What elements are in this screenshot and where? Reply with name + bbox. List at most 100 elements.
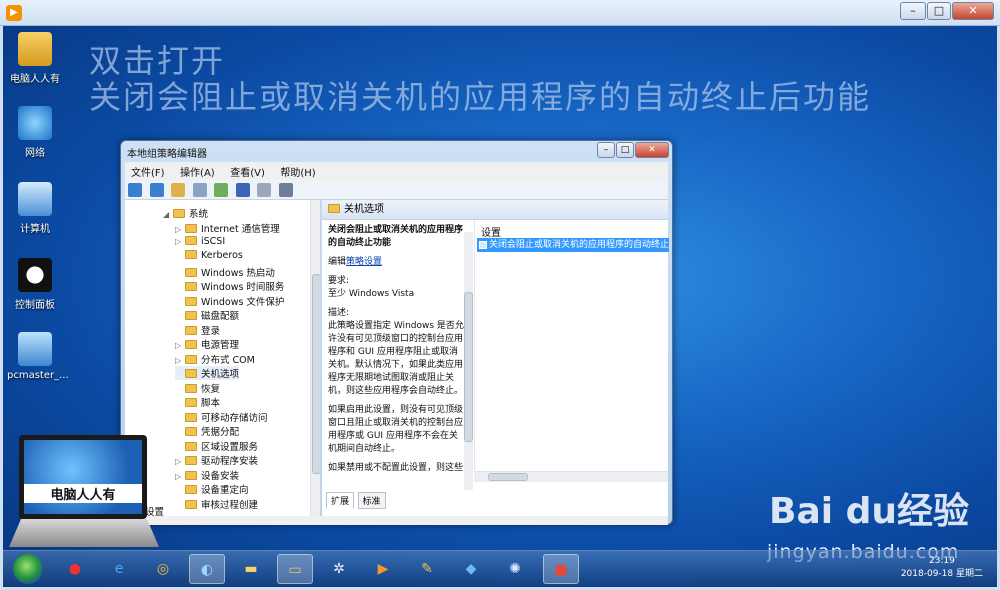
settings-hscroll-thumb[interactable] [488,473,528,481]
tree-node[interactable]: Kerberos [175,250,243,264]
laptop-keyboard [9,519,159,547]
selected-setting-row[interactable]: 关闭会阻止或取消关机的应用程序的自动终止 [477,238,669,252]
tree-node[interactable]: 区域设置服务 [175,439,258,453]
media-player-icon[interactable]: ▶ [365,554,401,584]
tree-node[interactable]: 脚本 [175,395,220,409]
tree-node[interactable]: 关机选项 [175,366,240,380]
taskbar-app-notes-icon[interactable]: ▬ [233,554,269,584]
expand-arrow-icon[interactable]: ▷ [175,225,185,234]
clock-date: 2018-09-18 星期二 [900,569,983,579]
system-clock[interactable]: 23:19 2018-09-18 星期二 [901,555,983,581]
gp-maximize-button[interactable]: □ [616,142,634,158]
tree-node[interactable]: 恢复 [175,381,220,395]
desktop-icon-label: 控制面板 [15,300,55,311]
forward-arrow-icon[interactable] [149,183,164,197]
folder-icon [185,235,197,245]
taskbar-app-cloud-icon[interactable]: ◐ [189,554,225,584]
tree-node-label: 凭据分配 [201,427,240,438]
filter-icon[interactable] [278,183,293,197]
tree-node[interactable]: ▷ iSCSI [175,235,225,250]
tree-node[interactable]: ▷ 分布式 COM [175,352,255,366]
taskbar-app-pinwheel-icon[interactable]: ✲ [321,554,357,584]
desktop-icon-network[interactable]: 网络 [7,106,63,159]
minimize-button[interactable]: – [900,2,926,20]
tree-node[interactable]: ▷ 设备安装 [175,468,239,482]
expand-arrow-icon[interactable]: ▷ [175,341,185,350]
laptop-logo: 电脑人人有 [9,435,159,551]
status-bar [125,516,668,525]
description-scrollbar[interactable] [464,232,473,490]
properties-icon[interactable] [257,183,271,197]
tree-node[interactable]: 凭据分配 [175,424,239,438]
gp-close-button[interactable]: ✕ [635,142,669,158]
taskbar-app-box-icon[interactable]: ◆ [453,554,489,584]
explorer-folder-icon[interactable]: ▭ [277,554,313,584]
tree-node[interactable]: ▷ 驱动程序安装 [175,453,258,467]
start-button[interactable] [13,554,43,584]
show-hide-tree-icon[interactable] [192,183,207,197]
tree-node-label: 设备重定向 [201,485,249,496]
close-button[interactable]: ✕ [952,2,994,20]
help-icon[interactable] [235,183,250,197]
tab-extended[interactable]: 扩展 [326,492,355,509]
expand-arrow-icon[interactable]: ▷ [175,457,185,466]
menu-help[interactable]: 帮助(H) [274,162,321,181]
desktop-icon-user-folder[interactable]: 电脑人人有 [7,32,63,85]
tree-scrollbar[interactable] [310,200,320,516]
tree-node[interactable]: 可移动存储访问 [175,410,268,424]
settings-column-header[interactable]: 设置 [481,224,501,239]
paint-icon[interactable]: ✎ [409,554,445,584]
settings-list: 设置 关闭会阻止或取消关机的应用程序的自动终止 [474,220,669,470]
group-policy-taskbar-icon[interactable]: ■ [543,554,579,584]
tree-scroll-thumb[interactable] [312,274,320,474]
tree-node-label: 可移动存储访问 [201,412,268,424]
folder-icon [185,282,197,291]
ie-browser-icon[interactable]: e [101,554,137,584]
tree-node-label: 恢复 [201,383,221,395]
requirement-text: 至少 Windows Vista [328,289,415,299]
up-folder-icon[interactable] [171,183,185,197]
description-scroll-thumb[interactable] [464,292,473,442]
expand-arrow-icon[interactable]: ▷ [175,356,185,365]
tree-node[interactable]: Windows 时间服务 [175,279,284,293]
folder-icon [185,224,197,233]
chrome-browser-icon[interactable]: ◎ [145,554,181,584]
expand-arrow-icon[interactable]: ▷ [175,472,185,481]
expand-arrow-icon[interactable]: ▷ [175,237,185,246]
tree-node[interactable]: ▷ Internet 通信管理 [175,221,280,235]
edit-policy-link[interactable]: 策略设置 [346,257,382,267]
export-list-icon[interactable] [214,183,228,197]
tree-node-label: 区域设置服务 [201,441,259,453]
tree-node[interactable]: Windows 文件保护 [175,294,284,308]
tree-node[interactable]: 磁盘配额 [175,308,239,322]
menu-view[interactable]: 查看(V) [224,162,271,181]
tree-node[interactable]: 审核过程创建 [175,497,258,511]
tree-node[interactable]: Windows 热启动 [175,265,275,279]
desktop-icon-computer[interactable]: 计算机 [7,182,63,235]
gp-minimize-button[interactable]: – [597,142,615,158]
folder-icon [185,369,197,378]
desktop-icon-control-panel[interactable]: 控制面板 [7,258,63,311]
maximize-button[interactable]: □ [927,2,951,20]
taskbar-app-360-icon[interactable]: ● [57,554,93,584]
tree-node-label: Kerberos [201,250,243,261]
tab-standard[interactable]: 标准 [357,492,386,509]
taskbar-app-wheel-icon[interactable]: ✺ [497,554,533,584]
tree-node-label: Windows 热启动 [201,267,275,279]
tree-node[interactable]: 设备重定向 [175,482,249,496]
taskbar: ● e ◎ ◐ ▬ ▭ ✲ ▶ ✎ ◆ ✺ ■ 23:19 2018-09-18… [3,550,997,587]
menu-action[interactable]: 操作(A) [174,162,221,181]
desktop-icon-label: pcmaster_... [7,370,69,381]
tree-node[interactable]: 登录 [175,323,220,337]
settings-hscrollbar[interactable] [474,471,668,482]
back-arrow-icon[interactable] [128,183,142,197]
desktop-icon-pcmaster[interactable]: pcmaster_... [7,332,69,381]
player-titlebar: ▶ – □ ✕ [0,0,1000,26]
tree-node[interactable]: ▷ 电源管理 [175,337,239,351]
menu-file[interactable]: 文件(F) [125,162,171,181]
tree-node-label: Windows 文件保护 [201,296,285,308]
view-tabs: 扩展 标准 [326,492,386,509]
tree-node-system[interactable]: ◢ 系统 [163,206,208,220]
tree-node-label: Internet 通信管理 [201,224,280,235]
clock-time: 23:19 [928,556,955,566]
